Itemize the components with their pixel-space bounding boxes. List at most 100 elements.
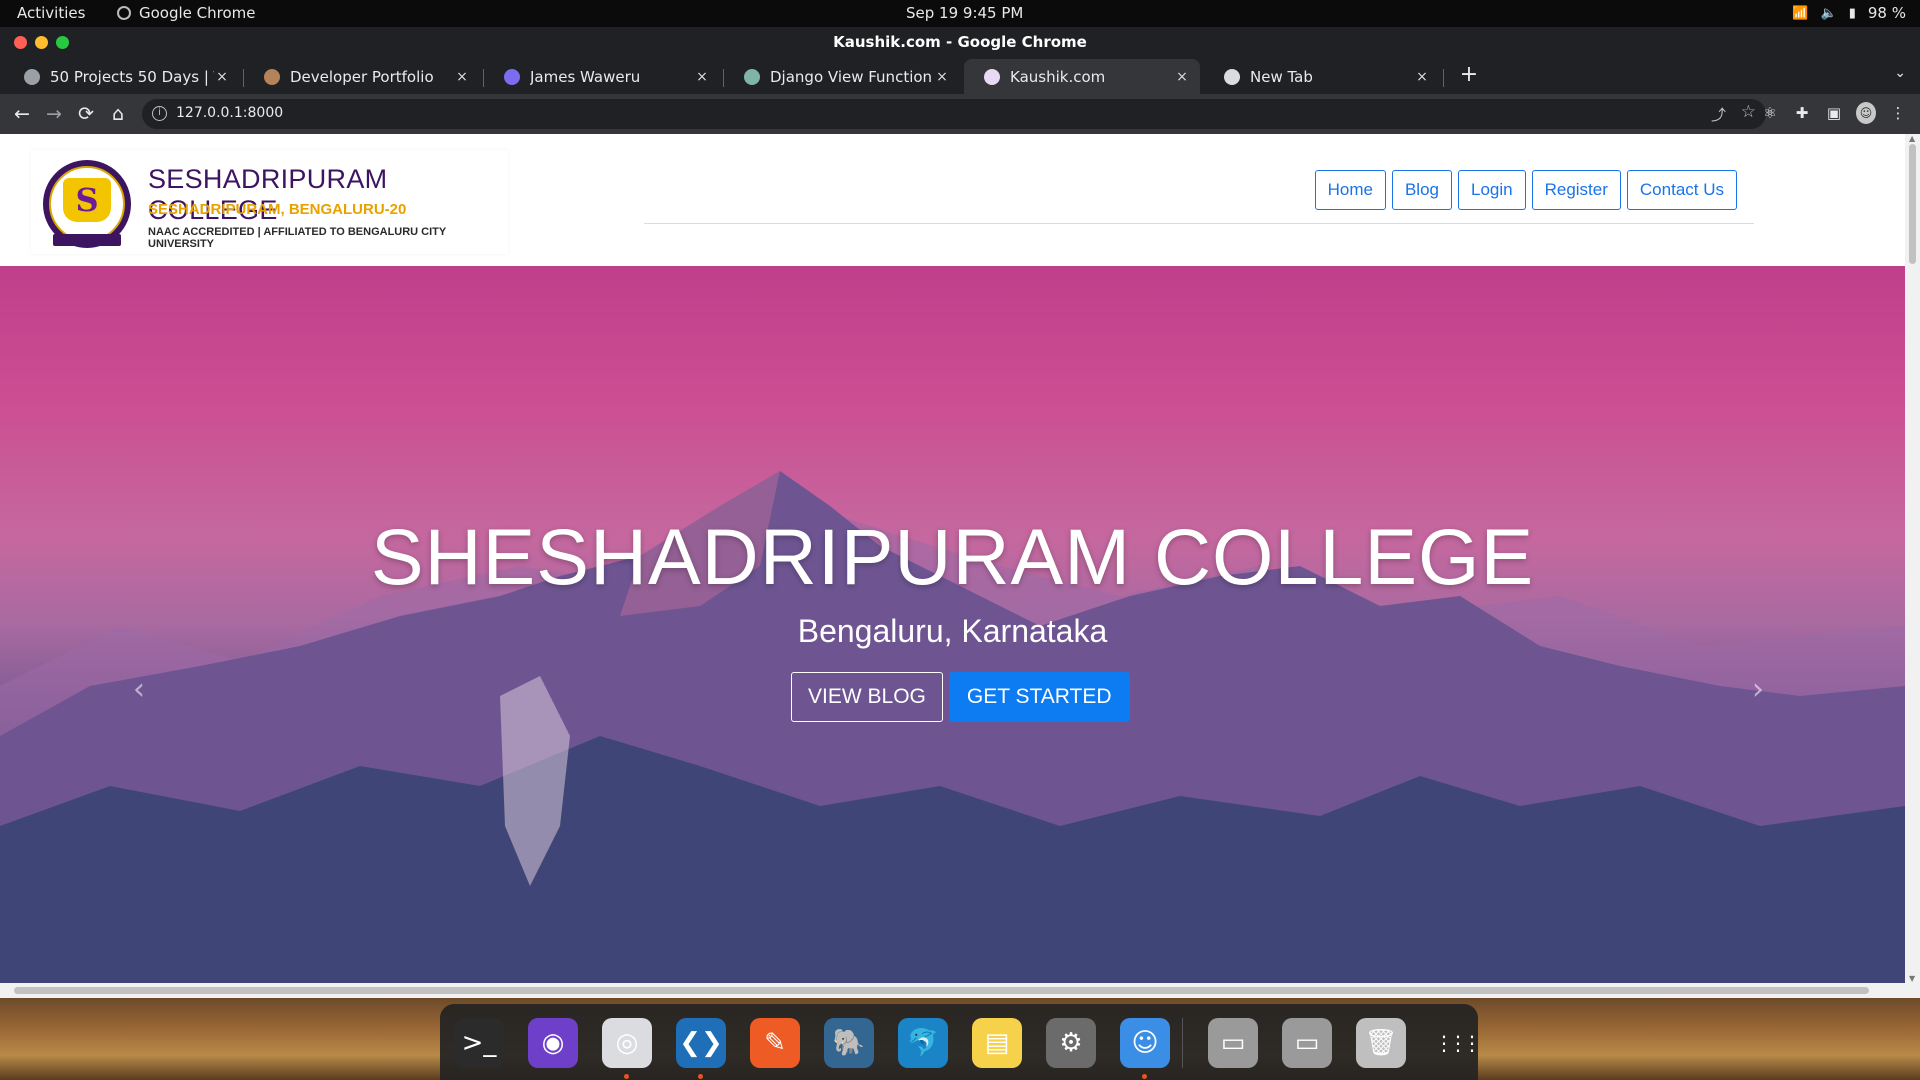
college-brand[interactable]: S SESHADRIPURAM COLLEGE SESHADRIPURAM, B… (31, 150, 508, 254)
view-blog-button[interactable]: VIEW BLOG (791, 672, 943, 722)
dock: >_ ◉ ◎ ❮❯ ✎ 🐘 🐬 ▤ ⚙ ☺ ▭ ▭ 🗑 ⋮⋮⋮ (440, 1004, 1482, 1080)
tab-search-button[interactable]: ⌄ (1894, 65, 1906, 81)
tab-new-tab[interactable]: New Tab × (1204, 59, 1440, 94)
college-logo-icon (984, 68, 1000, 85)
battery-icon: ▮ (1848, 5, 1856, 21)
notes-icon[interactable]: ▤ (972, 1018, 1022, 1068)
tab-strip: 50 Projects 50 Days | Travel × Developer… (0, 57, 1920, 94)
side-panel-icon[interactable]: ▣ (1824, 102, 1844, 124)
tab-james-waweru[interactable]: James Waweru × (484, 59, 720, 94)
finder-icon[interactable]: ☺ (1120, 1018, 1170, 1068)
tab-kaushik-com[interactable]: Kaushik.com × (964, 59, 1200, 94)
carousel-prev-icon[interactable]: ‹ (133, 672, 145, 707)
college-accreditation: NAAC ACCREDITED | AFFILIATED TO BENGALUR… (148, 226, 447, 250)
share-icon[interactable]: ⤴ (1711, 104, 1726, 125)
nav-contact-us[interactable]: Contact Us (1626, 170, 1737, 210)
tab-close-icon[interactable]: × (1414, 69, 1430, 85)
nav-home[interactable]: Home (1314, 170, 1386, 210)
profile-avatar[interactable]: ☺ (1856, 102, 1876, 124)
hero-title: SHESHADRIPURAM COLLEGE (370, 512, 1535, 601)
battery-level: 98 % (1867, 4, 1906, 22)
window-title: Kaushik.com - Google Chrome (833, 33, 1087, 51)
chatgpt-icon (744, 68, 760, 85)
desktop-background: >_ ◉ ◎ ❮❯ ✎ 🐘 🐬 ▤ ⚙ ☺ ▭ ▭ 🗑 ⋮⋮⋮ (0, 998, 1920, 1080)
site-header: S SESHADRIPURAM COLLEGE SESHADRIPURAM, B… (0, 134, 1905, 266)
vscode-icon[interactable]: ❮❯ (676, 1018, 726, 1068)
maximize-window-button[interactable] (56, 36, 69, 49)
terminal-icon[interactable]: >_ (454, 1018, 504, 1068)
nav-blog[interactable]: Blog (1391, 170, 1452, 210)
tab-developer-portfolio[interactable]: Developer Portfolio × (244, 59, 480, 94)
chrome-icon[interactable]: ◎ (602, 1018, 652, 1068)
vue-icon (504, 68, 520, 85)
close-window-button[interactable] (14, 36, 27, 49)
tab-close-icon[interactable]: × (214, 69, 230, 85)
bookmark-star-icon[interactable]: ☆ (1741, 102, 1756, 122)
settings-icon[interactable]: ⚙ (1046, 1018, 1096, 1068)
browser-toolbar: ← → ⟳ ⌂ i 127.0.0.1:8000 ⤴ ☆ ⚛ ✚ ▣ ☺ ⋮ (0, 94, 1920, 134)
hero-subtitle: Bengaluru, Karnataka (797, 613, 1108, 649)
extensions-puzzle-icon[interactable]: ✚ (1792, 102, 1812, 124)
chrome-menu-icon[interactable]: ⋮ (1888, 102, 1908, 124)
pgadmin-icon[interactable]: 🐘 (824, 1018, 874, 1068)
tab-close-icon[interactable]: × (934, 69, 950, 85)
scroll-down-icon[interactable]: ▼ (1909, 974, 1915, 983)
vertical-scroll-thumb[interactable] (1909, 144, 1916, 264)
get-started-button[interactable]: GET STARTED (948, 672, 1130, 722)
nav-login[interactable]: Login (1457, 170, 1526, 210)
react-devtools-icon[interactable]: ⚛ (1760, 102, 1780, 124)
page-viewport: S SESHADRIPURAM COLLEGE SESHADRIPURAM, B… (0, 134, 1905, 983)
trash-icon[interactable]: 🗑 (1356, 1018, 1406, 1068)
seal-letter: S (63, 178, 111, 222)
drive-icon[interactable]: ▭ (1208, 1018, 1258, 1068)
drive-icon-2[interactable]: ▭ (1282, 1018, 1332, 1068)
running-indicator (698, 1074, 703, 1079)
new-tab-button[interactable]: + (1455, 61, 1483, 89)
hero-carousel: SHESHADRIPURAM COLLEGE Bengaluru, Karnat… (0, 266, 1905, 983)
mysql-workbench-icon[interactable]: 🐬 (898, 1018, 948, 1068)
app-menu[interactable]: Google Chrome (117, 4, 256, 22)
app-name: Google Chrome (139, 4, 256, 22)
college-location: SESHADRIPURAM, BENGALURU-20 (148, 201, 407, 218)
minimize-window-button[interactable] (35, 36, 48, 49)
system-top-bar: Activities Google Chrome Sep 19 9:45 PM … (0, 0, 1920, 27)
seal-ribbon (53, 234, 121, 246)
volume-icon: 🔈 (1820, 5, 1837, 21)
home-button[interactable]: ⌂ (106, 102, 130, 126)
vertical-scrollbar[interactable]: ▲ ▼ (1905, 134, 1920, 983)
tab-django-view-function[interactable]: Django View Function Co × (724, 59, 960, 94)
chrome-icon (1224, 68, 1240, 85)
college-seal-logo: S (43, 160, 131, 248)
tab-50-projects[interactable]: 50 Projects 50 Days | Travel × (4, 59, 240, 94)
carousel-next-icon[interactable]: › (1752, 672, 1764, 707)
window-controls (14, 36, 69, 49)
site-info-icon[interactable]: i (152, 106, 167, 121)
address-bar[interactable]: i 127.0.0.1:8000 ⤴ ☆ (142, 99, 1766, 129)
back-button[interactable]: ← (10, 102, 34, 126)
main-nav: Home Blog Login Register Contact Us (1314, 170, 1737, 210)
github-desktop-icon[interactable]: ◉ (528, 1018, 578, 1068)
clock[interactable]: Sep 19 9:45 PM (906, 4, 1023, 22)
tab-close-icon[interactable]: × (694, 69, 710, 85)
system-tray[interactable]: 📶 🔈 ▮ 98 % (1792, 4, 1906, 22)
hero-actions: VIEW BLOG GET STARTED (791, 672, 1130, 722)
nav-register[interactable]: Register (1531, 170, 1621, 210)
dock-separator (1182, 1018, 1183, 1068)
tab-close-icon[interactable]: × (1174, 69, 1190, 85)
postman-icon[interactable]: ✎ (750, 1018, 800, 1068)
avatar-icon (264, 68, 280, 85)
horizontal-scroll-thumb[interactable] (14, 987, 1869, 994)
horizontal-scrollbar[interactable] (0, 983, 1920, 998)
tab-close-icon[interactable]: × (454, 69, 470, 85)
globe-icon (24, 68, 40, 85)
url-text[interactable]: 127.0.0.1:8000 (176, 105, 283, 121)
reload-button[interactable]: ⟳ (74, 102, 98, 126)
forward-button[interactable]: → (42, 102, 66, 126)
scroll-up-icon[interactable]: ▲ (1909, 134, 1915, 143)
activities-button[interactable]: Activities (17, 4, 85, 22)
nav-divider (644, 223, 1754, 224)
toolbar-actions: ⚛ ✚ ▣ ☺ ⋮ (1760, 102, 1908, 124)
app-grid-icon[interactable]: ⋮⋮⋮ (1430, 1018, 1482, 1068)
running-indicator (624, 1074, 629, 1079)
chrome-icon (117, 6, 131, 20)
